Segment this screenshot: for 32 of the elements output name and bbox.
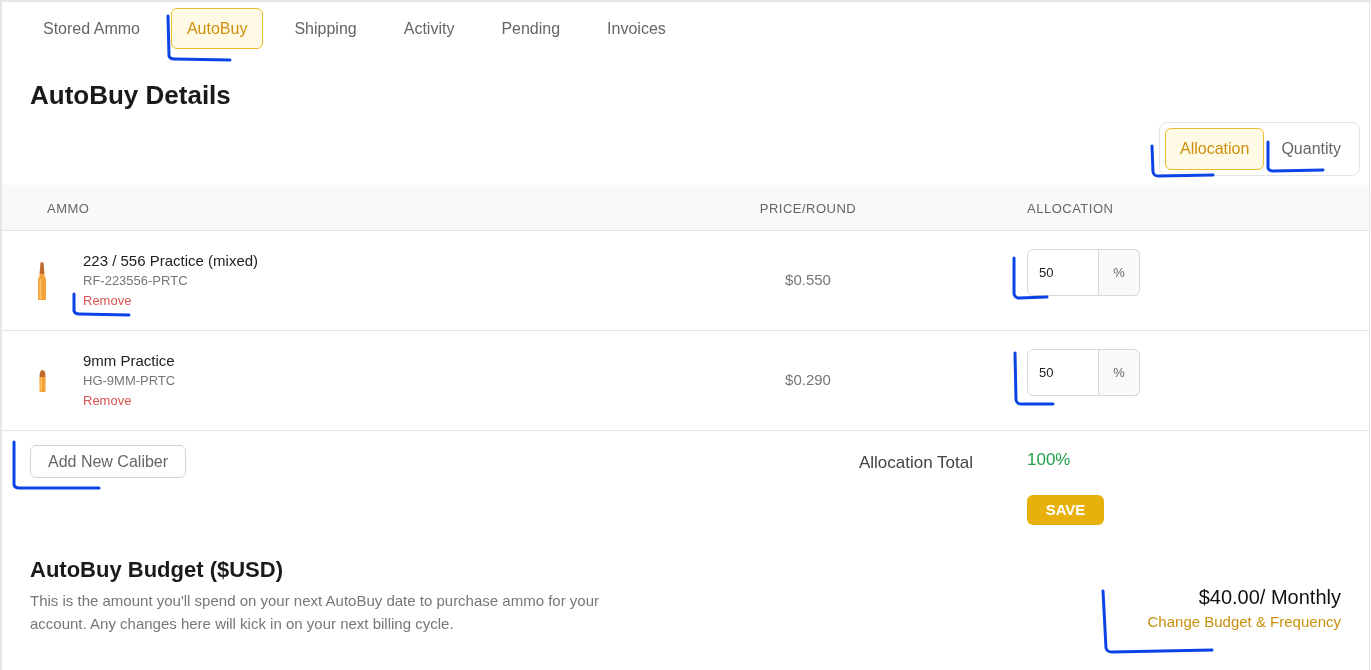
nav-tab[interactable]: Activity [387, 8, 471, 49]
price-per-round: $0.550 [785, 270, 831, 291]
remove-link[interactable]: Remove [83, 290, 132, 311]
allocation-total-label: Allocation Total [858, 453, 973, 472]
add-caliber-button[interactable]: Add New Caliber [30, 445, 187, 478]
nav-tab[interactable]: Invoices [591, 8, 682, 49]
budget-description: This is the amount you'll spend on your next AutoBuy date to purchase ammo for your account. Any changes here will kick in on your next billing cycle. [30, 591, 600, 634]
nav-tab[interactable]: Shipping [278, 8, 373, 49]
ammo-sku: HG-9MM-PRTC [83, 371, 176, 390]
allocation-total-value: 100% [1027, 450, 1071, 470]
section-title: AutoBuy Details [30, 79, 232, 111]
column-header: AMMO [47, 200, 90, 216]
remove-link[interactable]: Remove [83, 390, 132, 411]
column-header: ALLOCATION [1027, 200, 1114, 216]
budget-amount: $40.00/ Monthly [1198, 584, 1341, 610]
allocation-input[interactable]: 50 [1027, 249, 1099, 296]
nav-tab[interactable]: Stored Ammo [27, 8, 156, 49]
pistol-cartridge-icon [38, 369, 46, 392]
annotation-mark-icon [1013, 351, 1055, 406]
column-header: PRICE/ROUND [759, 200, 857, 216]
ammo-name: 223 / 556 Practice (mixed) [83, 250, 259, 271]
ammo-sku: RF-223556-PRTC [83, 271, 189, 290]
rifle-cartridge-icon [37, 261, 47, 300]
budget-title: AutoBuy Budget ($USD) [30, 556, 284, 584]
allocation-input[interactable]: 50 [1027, 349, 1099, 396]
percent-unit: % [1099, 249, 1140, 296]
price-per-round: $0.290 [785, 370, 831, 391]
nav-tab[interactable]: Pending [485, 8, 577, 49]
mode-toggle-option[interactable]: Quantity [1268, 128, 1354, 170]
percent-unit: % [1099, 349, 1140, 396]
ammo-name: 9mm Practice [83, 350, 176, 371]
annotation-mark-icon [72, 292, 131, 317]
